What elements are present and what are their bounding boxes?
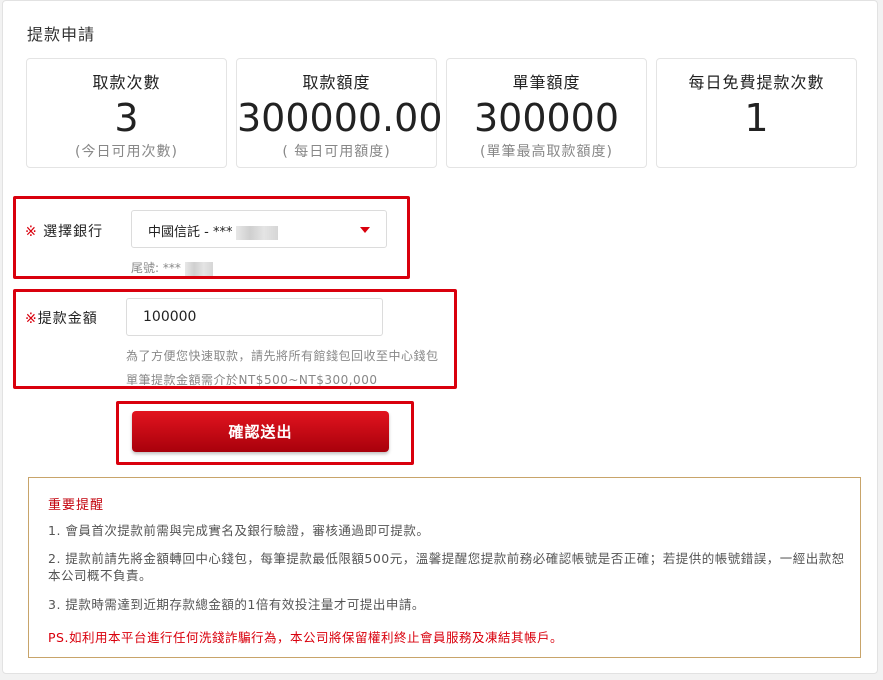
withdrawal-panel: 提款申請 取款次數 3 (今日可用次數) 取款額度 300000.00 ( 每日…: [2, 0, 878, 674]
amount-label-text: 提款金額: [37, 311, 98, 327]
amount-hint-range: 單筆提款金額需介於NT$500~NT$300,000: [126, 373, 378, 387]
required-mark: ※: [25, 224, 38, 240]
submit-button[interactable]: 確認送出: [132, 411, 389, 452]
stat-label: 取款次數: [92, 73, 161, 92]
account-tail: 尾號: ***: [131, 259, 213, 276]
notice-title: 重要提醒: [48, 498, 105, 513]
stat-label: 單筆額度: [512, 73, 581, 92]
stat-label: 每日免費提款次數: [688, 73, 825, 92]
page-title: 提款申請: [27, 25, 96, 44]
masked-blur: [236, 225, 279, 240]
stat-value: 300000.00: [237, 96, 443, 140]
stat-card-withdraw-count: 取款次數 3 (今日可用次數): [26, 58, 227, 168]
bank-select[interactable]: 中國信託 - ***: [131, 210, 387, 248]
notice-item: 2. 提款前請先將金額轉回中心錢包，每筆提款最低限額500元，溫馨提醒您提款前務…: [48, 551, 845, 583]
bank-select-value: 中國信託 - ***: [148, 221, 279, 240]
stat-sub: (單筆最高取款額度): [480, 144, 613, 160]
notice-box: 重要提醒 1. 會員首次提款前需與完成實名及銀行驗證，審核通過即可提款。 2. …: [28, 477, 861, 658]
stat-sub: (今日可用次數): [75, 144, 178, 160]
stat-value: 300000: [473, 96, 620, 140]
chevron-down-icon[interactable]: [360, 227, 370, 233]
stat-label: 取款額度: [302, 73, 371, 92]
masked-blur: [184, 261, 213, 276]
bank-label: ※ 選擇銀行: [25, 221, 103, 241]
stat-sub: ( 每日可用額度): [282, 144, 391, 160]
required-mark: ※: [25, 311, 38, 327]
stat-card-single-limit: 單筆額度 300000 (單筆最高取款額度): [446, 58, 647, 168]
notice-ps: PS.如利用本平台進行任何洗錢詐騙行為，本公司將保留權利終止會員服務及凍結其帳戶…: [48, 630, 563, 645]
amount-input[interactable]: [126, 298, 383, 336]
notice-item: 3. 提款時需達到近期存款總金額的1倍有效投注量才可提出申請。: [48, 597, 425, 612]
stat-value: 3: [114, 96, 139, 140]
bank-label-text: 選擇銀行: [37, 224, 104, 240]
notice-item: 1. 會員首次提款前需與完成實名及銀行驗證，審核通過即可提款。: [48, 523, 430, 538]
amount-label: ※提款金額: [25, 308, 98, 328]
amount-hint-wallet: 為了方便您快速取款，請先將所有館錢包回收至中心錢包: [126, 349, 439, 363]
stat-card-withdraw-limit: 取款額度 300000.00 ( 每日可用額度): [236, 58, 443, 168]
stat-card-free-count: 每日免費提款次數 1: [656, 58, 857, 168]
stat-value: 1: [744, 96, 769, 140]
